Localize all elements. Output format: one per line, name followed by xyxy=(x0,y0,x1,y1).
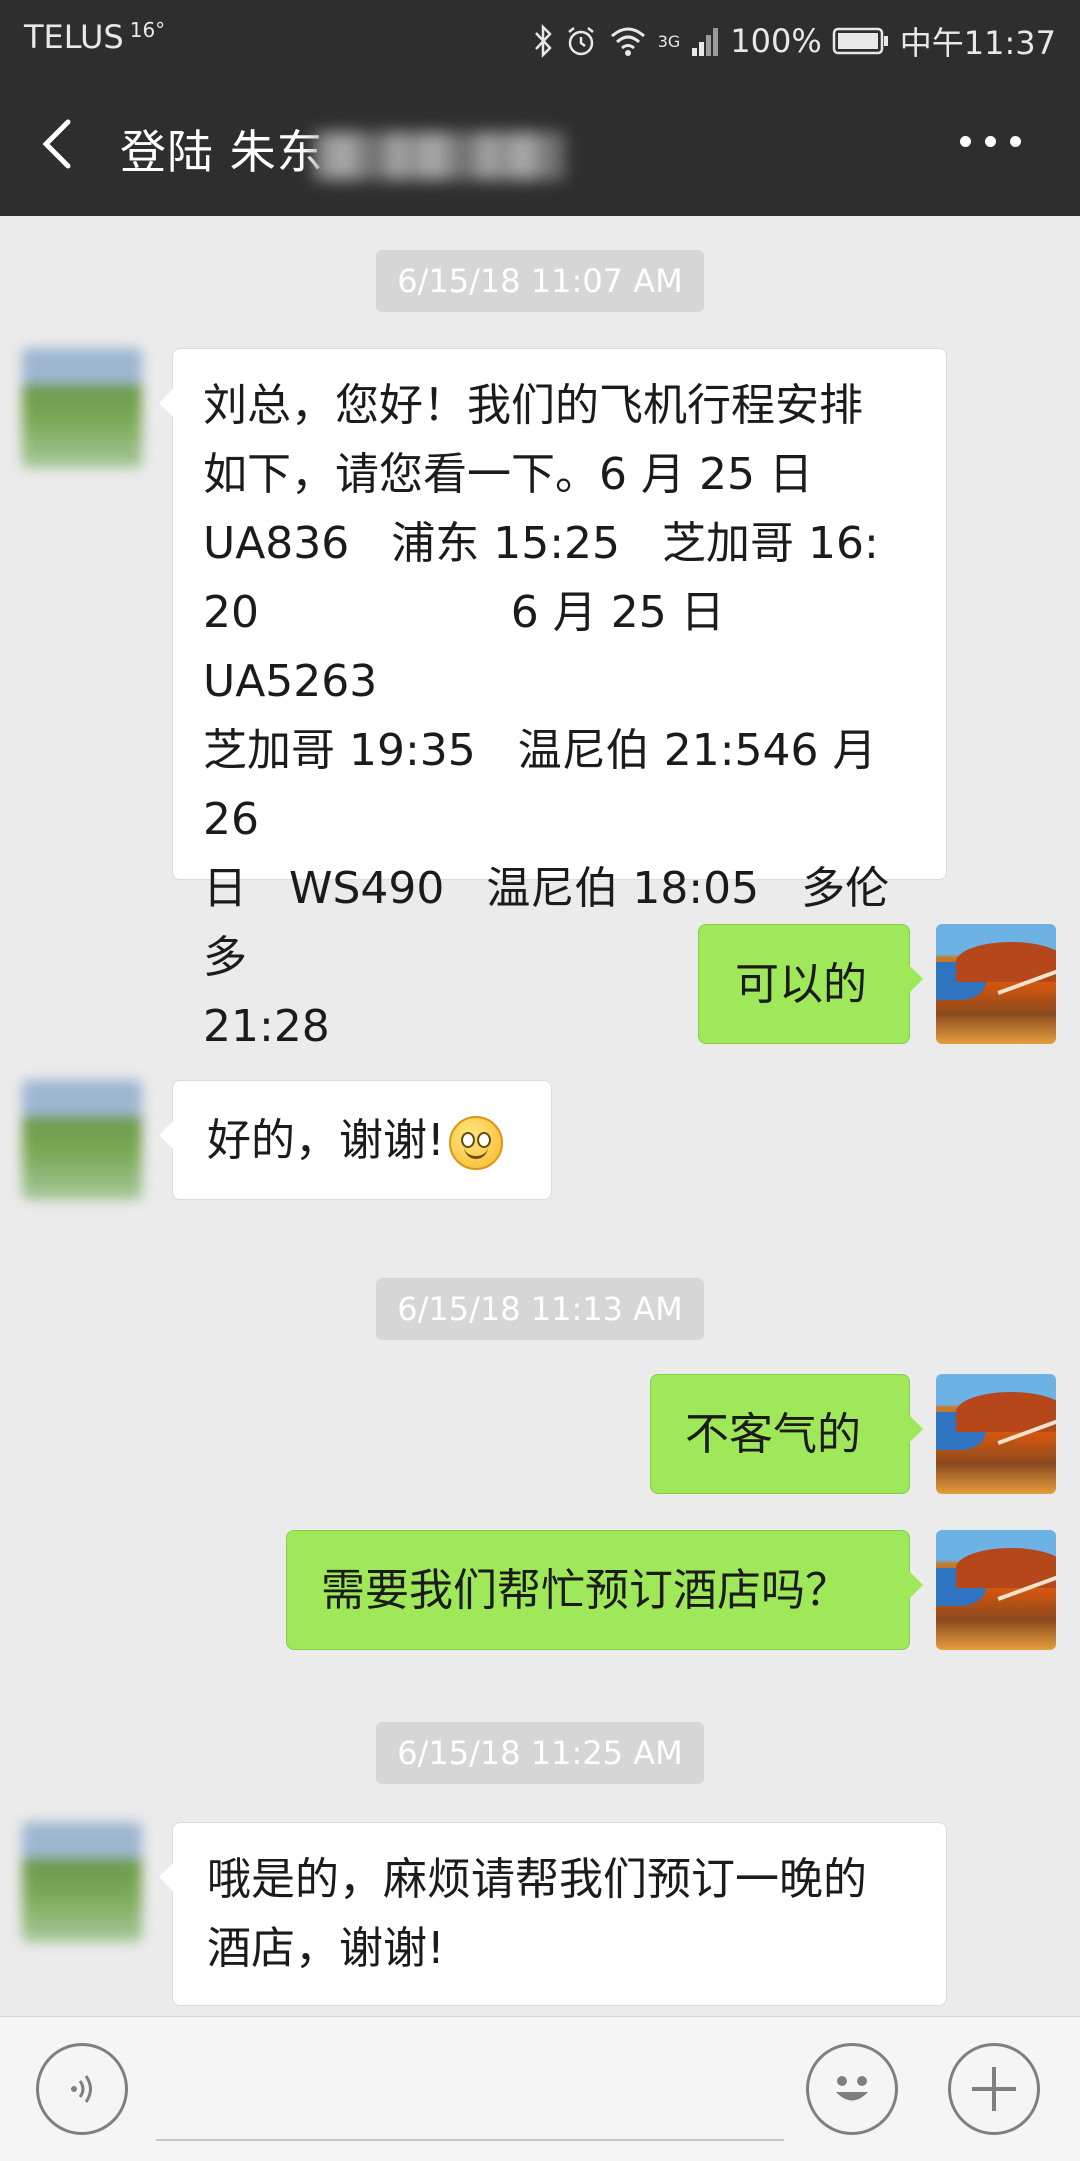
smile-emoji-icon xyxy=(448,1116,503,1170)
more-options-button[interactable] xyxy=(960,136,1024,152)
message-input[interactable] xyxy=(156,2041,784,2141)
wifi-icon xyxy=(608,24,648,58)
battery-icon xyxy=(832,26,890,56)
back-button[interactable] xyxy=(28,112,92,176)
chat-title: 登陆 朱东 xyxy=(120,116,564,182)
outgoing-message[interactable]: 不客气的 xyxy=(650,1374,923,1494)
voice-icon xyxy=(71,2075,92,2103)
incoming-message[interactable]: 刘总，您好！我们的飞机行程安排 如下，请您看一下。6 月 25 日 UA836 … xyxy=(159,348,947,1052)
battery-percent: 100% xyxy=(730,22,822,60)
message-text: 好的，谢谢! xyxy=(207,1115,445,1166)
contact-avatar[interactable] xyxy=(22,1822,142,1942)
self-avatar[interactable] xyxy=(936,1374,1056,1494)
self-avatar[interactable] xyxy=(936,1530,1056,1650)
contact-avatar[interactable] xyxy=(22,1080,142,1200)
more-dot-icon xyxy=(960,136,971,147)
more-functions-button[interactable] xyxy=(948,2043,1040,2135)
message-text: 哦是的，麻烦请帮我们预订一晚的 酒店，谢谢! xyxy=(207,1854,867,1974)
bluetooth-icon xyxy=(532,24,554,58)
signal-note: 16° xyxy=(129,18,166,42)
network-type: 3G xyxy=(657,31,681,51)
status-bar: TELUS 16° 3G 100% 中午11:37 xyxy=(0,0,1080,72)
chevron-left-icon xyxy=(42,119,71,169)
signal-icon xyxy=(690,24,720,58)
alarm-icon xyxy=(564,24,598,58)
more-dot-icon xyxy=(985,136,996,147)
outgoing-message[interactable]: 可以的 xyxy=(698,924,923,1044)
self-avatar[interactable] xyxy=(936,924,1056,1044)
incoming-message[interactable]: 好的，谢谢! xyxy=(159,1080,552,1200)
incoming-message[interactable]: 哦是的，麻烦请帮我们预订一晚的 酒店，谢谢! xyxy=(159,1822,947,2006)
chat-header: 登陆 朱东 xyxy=(0,72,1080,216)
message-timestamp: 6/15/18 11:13 AM xyxy=(376,1278,704,1340)
carrier-name: TELUS xyxy=(24,18,124,56)
chat-input-bar xyxy=(0,2016,1080,2161)
clock-time: 中午11:37 xyxy=(899,24,1056,62)
message-text: 可以的 xyxy=(735,959,867,1010)
emoji-button[interactable] xyxy=(806,2043,898,2135)
message-text: 不客气的 xyxy=(685,1409,861,1460)
message-timestamp: 6/15/18 11:25 AM xyxy=(376,1722,704,1784)
contact-avatar[interactable] xyxy=(22,348,142,468)
plus-icon xyxy=(972,2067,1016,2111)
voice-button[interactable] xyxy=(36,2043,128,2135)
emoji-icon xyxy=(836,2076,868,2101)
message-timestamp: 6/15/18 11:07 AM xyxy=(376,250,704,312)
chat-title-text: 登陆 朱东 xyxy=(120,125,324,179)
status-icons: 3G 100% 中午11:37 xyxy=(532,18,1056,64)
more-dot-icon xyxy=(1010,136,1021,147)
redacted-name-blur xyxy=(313,131,564,180)
carrier-info: TELUS 16° xyxy=(24,18,165,56)
message-text: 需要我们帮忙预订酒店吗？ xyxy=(321,1565,849,1616)
outgoing-message[interactable]: 需要我们帮忙预订酒店吗？ xyxy=(286,1530,923,1650)
